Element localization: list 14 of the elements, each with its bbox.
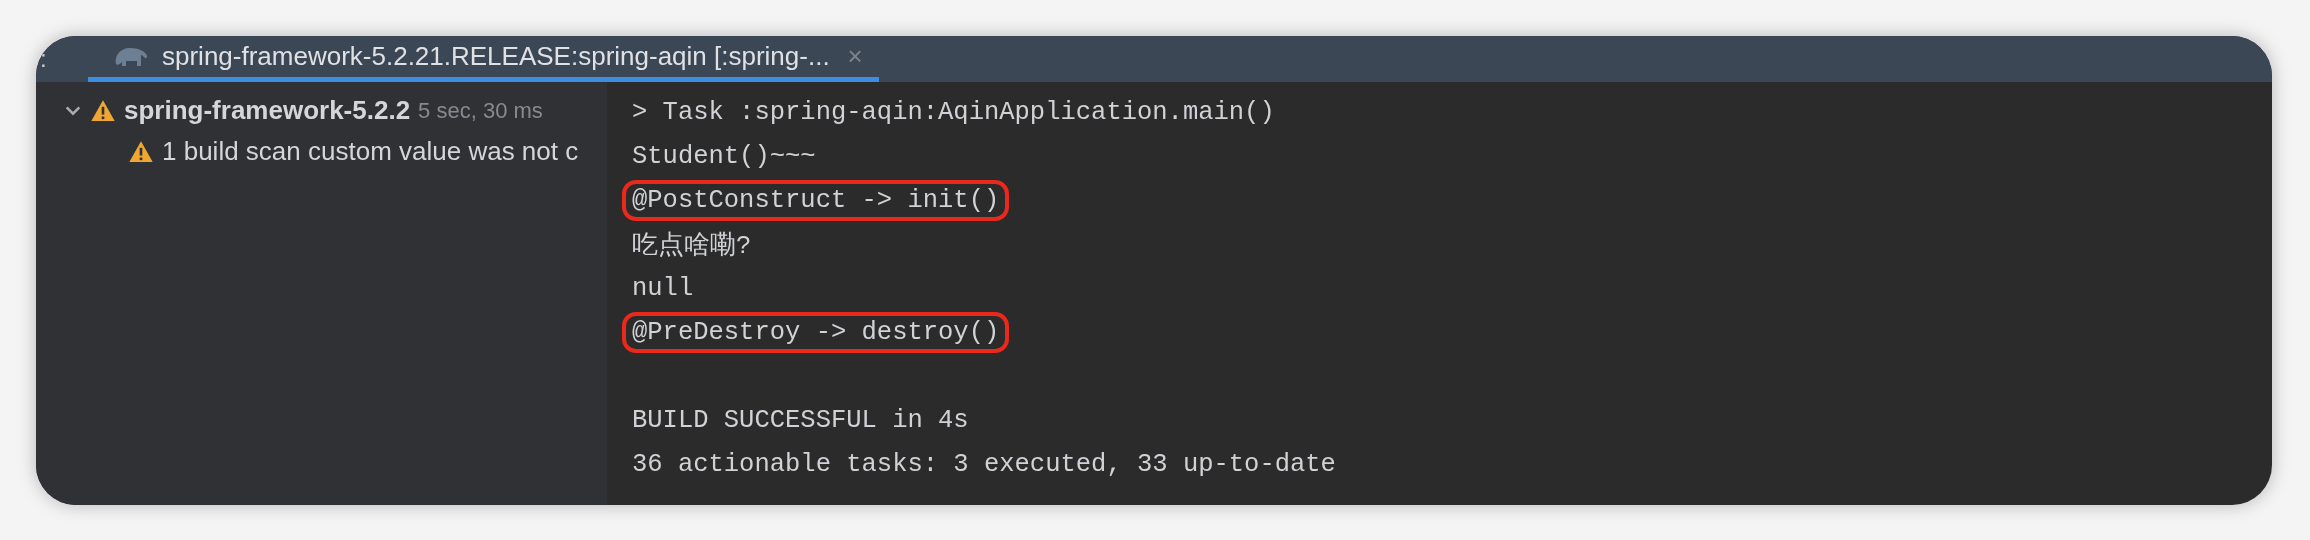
tree-item[interactable]: 1 build scan custom value was not c: [162, 136, 579, 167]
console-line: null: [632, 273, 694, 303]
console-line: 36 actionable tasks: 3 executed, 33 up-to-date: [632, 449, 1336, 479]
console-line: @PreDestroy -> destroy(): [632, 317, 1000, 347]
tree-item[interactable]: spring-framework-5.2.2: [124, 95, 411, 126]
console-line: BUILD SUCCESSFUL in 4s: [632, 405, 969, 435]
duration-label: 5 sec, 30 ms: [418, 97, 543, 124]
console-line: Student()~~~: [632, 141, 816, 171]
console-line: > Task :spring-aqin:AqinApplication.main(): [632, 97, 1275, 127]
console-line: @PostConstruct -> init(): [632, 185, 1000, 215]
warning-icon: [90, 98, 116, 123]
warning-icon: [128, 139, 154, 164]
tool-window-label: :: [39, 44, 48, 74]
console-line: 吃点啥嘞?: [632, 230, 752, 262]
